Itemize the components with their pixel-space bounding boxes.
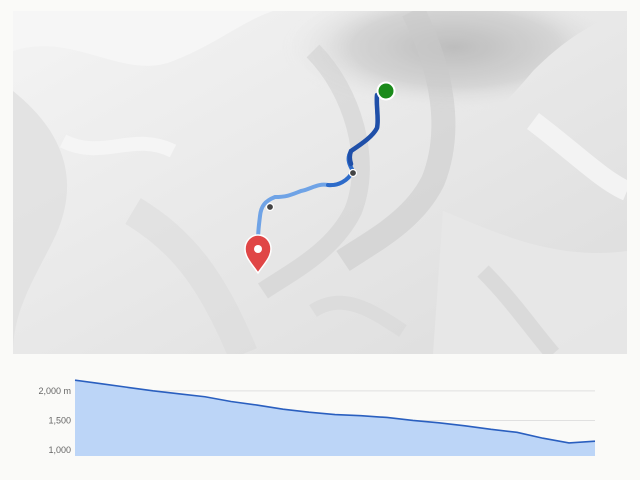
elevation-point[interactable] (125, 385, 129, 389)
y-tick-label: 1,000 (48, 445, 71, 455)
elevation-point[interactable] (593, 439, 597, 443)
elevation-point[interactable] (203, 395, 207, 399)
elevation-point[interactable] (411, 418, 415, 422)
elevation-point[interactable] (307, 410, 311, 414)
elevation-point[interactable] (541, 436, 545, 440)
elevation-point[interactable] (437, 421, 441, 425)
elevation-point[interactable] (489, 427, 493, 431)
waypoint-marker[interactable] (348, 168, 358, 178)
elevation-point[interactable] (359, 414, 363, 418)
elevation-point[interactable] (281, 407, 285, 411)
start-dot-icon[interactable] (376, 81, 396, 101)
elevation-point[interactable] (255, 403, 259, 407)
terrain-map[interactable] (13, 11, 627, 354)
elevation-chart: 2,000 m 1,500 1,000 (38, 378, 597, 456)
y-tick-label: 2,000 m (38, 386, 71, 396)
elevation-profile[interactable]: 2,000 m 1,500 1,000 (0, 372, 640, 472)
waypoint-marker[interactable] (265, 202, 275, 212)
elevation-point[interactable] (229, 399, 233, 403)
elevation-point[interactable] (99, 382, 103, 386)
elevation-point[interactable] (515, 430, 519, 434)
elevation-point[interactable] (385, 415, 389, 419)
elevation-point[interactable] (73, 378, 77, 382)
map-canvas (13, 11, 627, 354)
elevation-point[interactable] (567, 441, 571, 445)
elevation-point[interactable] (177, 392, 181, 396)
elevation-point[interactable] (463, 424, 467, 428)
elevation-point[interactable] (333, 413, 337, 417)
elevation-point[interactable] (151, 389, 155, 393)
y-tick-label: 1,500 (48, 415, 71, 425)
